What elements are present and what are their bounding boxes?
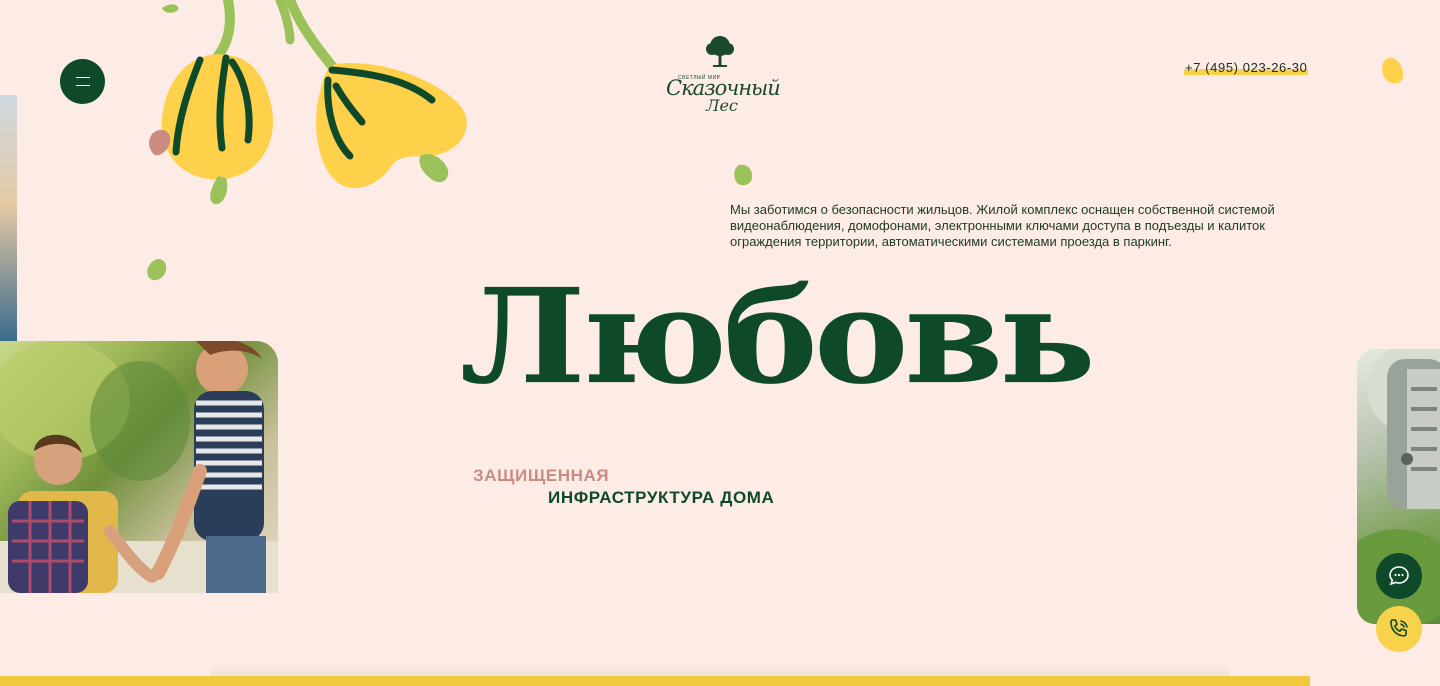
bottom-shadow: [210, 664, 1230, 676]
photo-strip-left: [0, 95, 17, 341]
tree-logo-icon: [706, 36, 734, 67]
chat-bubble-icon: [1389, 566, 1409, 586]
phone-link[interactable]: +7 (495) 023-26-30: [1184, 60, 1309, 75]
green-leaf-decoration: [734, 164, 753, 186]
yellow-flowers-decoration: [147, 0, 467, 281]
bottom-accent-bar: [0, 676, 1310, 686]
menu-button[interactable]: [60, 59, 105, 104]
page-title: Любовь: [460, 260, 1096, 414]
mother-child-illustration: [0, 341, 278, 593]
call-button[interactable]: [1376, 606, 1422, 652]
page: Светлый мир Сказочный Лес +7 (495) 023-2…: [0, 0, 1440, 686]
subtitle-line2: ИНФРАСТРУКТУРА ДОМА: [548, 488, 775, 507]
phone-call-icon: [1390, 619, 1408, 637]
chat-button[interactable]: [1376, 553, 1422, 599]
description-text: Мы заботимся о безопасности жильцов. Жил…: [730, 202, 1275, 249]
logo[interactable]: Светлый мир Сказочный Лес: [660, 34, 781, 118]
photo-mother-child: [0, 341, 278, 593]
logo-name-line2: Лес: [706, 96, 738, 115]
yellow-petal-decoration: [1382, 57, 1404, 84]
hamburger-icon: [75, 77, 90, 86]
subtitle-line1: ЗАЩИЩЕННАЯ: [473, 466, 610, 485]
